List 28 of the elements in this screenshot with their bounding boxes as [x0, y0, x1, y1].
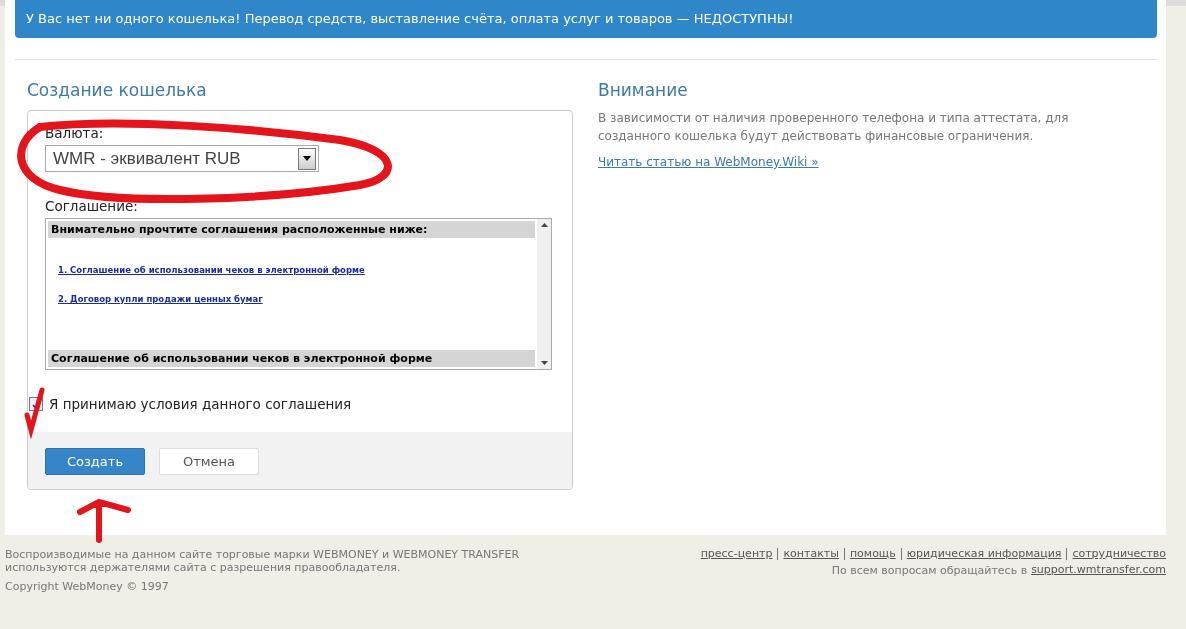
agreement-heading: Соглашение об использовании чеков в электронной форме [48, 350, 535, 367]
notice-text: В зависимости от наличия проверенного телефона и типа аттестата, для созданного кошелька будут действовать финансовые ограничения. [598, 110, 1070, 145]
support-link[interactable]: support.wmtransfer.com [1031, 564, 1166, 577]
wiki-link[interactable]: Читать статью на WebMoney.Wiki » [598, 155, 819, 169]
scroll-up-icon[interactable] [540, 223, 548, 227]
agreement-link[interactable]: 2. Договор купли продажи ценных бумаг [58, 294, 263, 304]
agreement-link[interactable]: 1. Соглашение об использовании чеков в электронной форме [58, 265, 365, 275]
section-title: Внимание [598, 80, 689, 100]
scrollbar[interactable] [537, 219, 551, 369]
arrow-annotation [77, 498, 131, 543]
checkbox-label: Я принимаю условия данного соглашения [49, 396, 352, 412]
checkmark-annotation [24, 387, 45, 440]
footer-link[interactable]: помощь [843, 548, 901, 560]
section-title: Создание кошелька [27, 80, 208, 100]
footer-link[interactable]: контакты [777, 548, 844, 560]
scroll-down-icon[interactable] [540, 361, 548, 365]
field-label: Соглашение: [45, 198, 139, 214]
footer-link[interactable]: пресс-центр [695, 548, 778, 560]
warning-banner: У Вас нет ни одного кошелька! Перевод средств, выставление счёта, оплата услуг и товаров — НЕДОСТУПНЫ! [15, 0, 1157, 38]
trademark-text: Воспроизводимые на данном сайте торговые марки WEBMONEY и WEBMONEY TRANSFER используются держателями сайта с разрешения правообладателя. [5, 548, 521, 574]
agreement-header: Внимательно прочтите соглашения расположенные ниже: [48, 221, 535, 238]
support-text: По всем вопросам обращайтесь в [831, 564, 1028, 577]
footer-link[interactable]: сотрудничество [1066, 548, 1166, 560]
currency-select[interactable]: WMR - эквивалент RUB [45, 145, 319, 172]
copyright-text: Copyright WebMoney © 1997 [5, 580, 170, 593]
create-button[interactable]: Создать [45, 448, 145, 475]
footer-link[interactable]: юридическая информация [900, 548, 1067, 560]
cancel-button[interactable]: Отмена [159, 448, 259, 475]
